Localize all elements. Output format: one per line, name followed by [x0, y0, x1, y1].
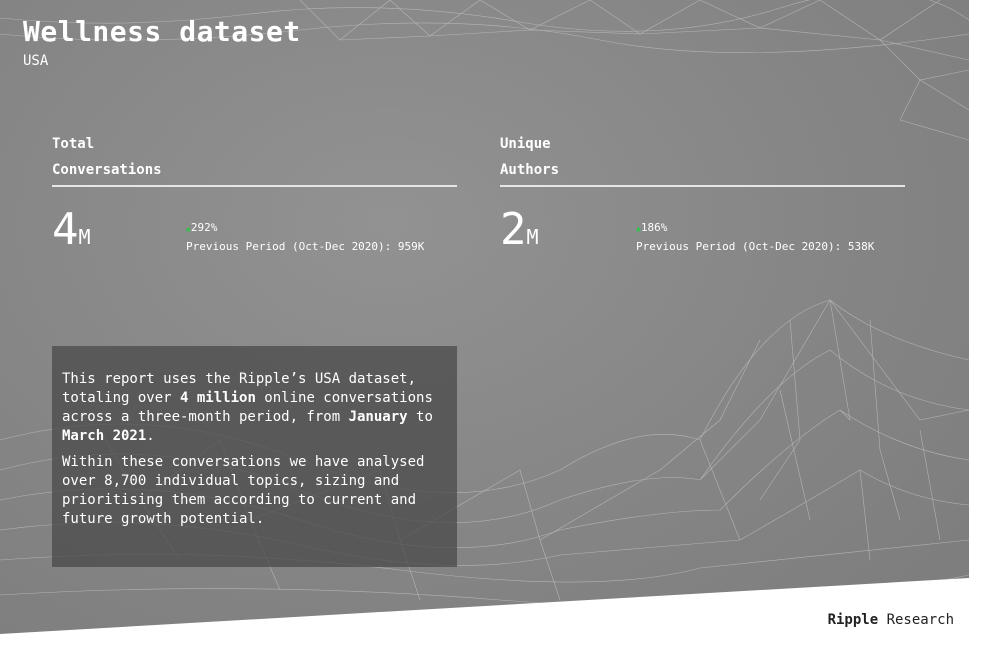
- kpi-previous-period: Previous Period (Oct-Dec 2020): 538K: [636, 240, 875, 253]
- kpi-label-line2: Conversations: [52, 162, 162, 178]
- kpi-unit: M: [78, 225, 91, 249]
- kpi-number: 4: [52, 204, 79, 255]
- kpi-label: Total Conversations: [52, 131, 457, 187]
- kpi-change: ▲186% Previous Period (Oct-Dec 2020): 53…: [636, 219, 874, 256]
- brand-suffix: Research: [878, 612, 954, 628]
- hero-background: Wellness dataset USA Total Conversations…: [0, 0, 969, 634]
- description-box: This report uses the Ripple’s USA datase…: [52, 346, 457, 567]
- kpi-total-conversations: Total Conversations 4M ▲292% Previous Pe…: [52, 131, 457, 255]
- description-paragraph-1: This report uses the Ripple’s USA datase…: [62, 371, 433, 444]
- kpi-change: ▲292% Previous Period (Oct-Dec 2020): 95…: [186, 219, 424, 256]
- kpi-label-line1: Total: [52, 136, 95, 152]
- kpi-label-line1: Unique: [500, 136, 551, 152]
- kpi-previous-period: Previous Period (Oct-Dec 2020): 959K: [186, 240, 425, 253]
- kpi-value: 2M: [500, 205, 539, 262]
- kpi-unit: M: [526, 225, 539, 249]
- description-paragraph-2: Within these conversations we have analy…: [62, 454, 425, 527]
- brand-name: Ripple: [827, 612, 879, 628]
- kpi-change-percent: 186%: [640, 221, 668, 234]
- kpi-label: Unique Authors: [500, 131, 905, 187]
- highlight-total: 4 million: [180, 390, 256, 406]
- page-title: Wellness dataset: [23, 15, 301, 48]
- kpi-unique-authors: Unique Authors 2M ▲186% Previous Period …: [500, 131, 905, 255]
- kpi-value: 4M: [52, 205, 91, 262]
- kpi-number: 2: [500, 204, 527, 255]
- page-subtitle: USA: [23, 53, 49, 69]
- footer-brand: Ripple Research: [828, 612, 954, 628]
- kpi-label-line2: Authors: [500, 162, 560, 178]
- highlight-start-month: January: [348, 409, 408, 425]
- kpi-change-percent: 292%: [190, 221, 218, 234]
- highlight-end-month: March 2021: [62, 428, 147, 444]
